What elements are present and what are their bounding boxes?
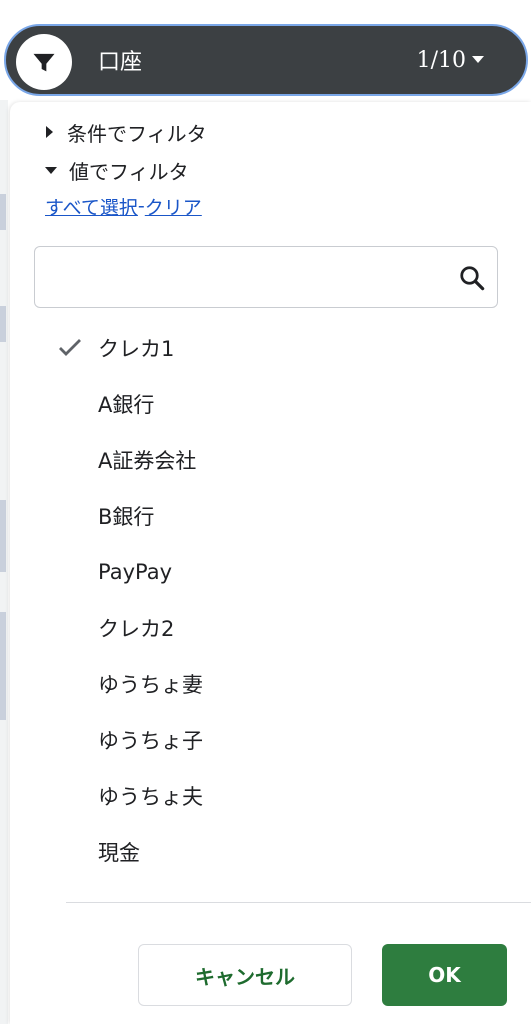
list-item-label: クレカ1 xyxy=(98,337,175,361)
column-name: 口座 xyxy=(98,50,143,75)
checkbox[interactable] xyxy=(10,656,98,712)
list-item[interactable]: クレカ1 xyxy=(10,320,510,376)
list-item[interactable]: ゆうちょ夫 xyxy=(10,768,510,824)
list-item[interactable]: クレカ2 xyxy=(10,600,510,656)
sheet-cell xyxy=(0,648,6,684)
select-all-link[interactable]: すべて選択 xyxy=(45,193,138,220)
list-item-label: ゆうちょ子 xyxy=(98,729,203,753)
check-icon xyxy=(59,339,81,356)
checkbox[interactable] xyxy=(10,320,98,376)
filter-by-value[interactable]: 値でフィルタ xyxy=(45,154,189,186)
sheet-cell xyxy=(0,306,6,342)
list-item[interactable]: A銀行 xyxy=(10,376,510,432)
list-item-label: 現金 xyxy=(98,841,140,865)
list-item[interactable]: A証券会社 xyxy=(10,432,510,488)
list-item-label: ゆうちょ夫 xyxy=(98,785,203,809)
checkbox[interactable] xyxy=(10,376,98,432)
filter-count[interactable]: 1/10 xyxy=(417,26,466,94)
list-item[interactable]: B銀行 xyxy=(10,488,510,544)
sheet-cell xyxy=(0,684,6,720)
column-filter-header[interactable]: 口座 1/10 xyxy=(4,24,528,96)
list-item-label: B銀行 xyxy=(98,505,155,529)
filter-panel: 条件でフィルタ 値でフィルタ すべて選択 - クリア クレカ1 A銀行 A証券会… xyxy=(10,102,531,1024)
checkbox[interactable] xyxy=(10,600,98,656)
caret-down-icon xyxy=(45,166,57,174)
sheet-cell xyxy=(0,194,6,230)
value-search-box[interactable] xyxy=(34,246,498,308)
list-item[interactable]: PayPay xyxy=(10,544,510,600)
filter-by-condition-label: 条件でフィルタ xyxy=(67,121,207,146)
select-links: すべて選択 - クリア xyxy=(45,191,202,221)
caret-right-icon xyxy=(46,126,53,138)
filter-by-value-label: 値でフィルタ xyxy=(69,159,189,184)
filter-button[interactable] xyxy=(16,34,72,90)
spreadsheet-background xyxy=(0,100,8,1024)
checkbox[interactable] xyxy=(10,488,98,544)
list-item[interactable]: ゆうちょ妻 xyxy=(10,656,510,712)
sheet-cell xyxy=(0,500,6,536)
search-input[interactable] xyxy=(47,257,451,299)
filter-by-condition[interactable]: 条件でフィルタ xyxy=(46,116,207,148)
checkbox[interactable] xyxy=(10,712,98,768)
list-item-label: A銀行 xyxy=(98,393,155,417)
divider xyxy=(66,902,531,903)
link-separator: - xyxy=(137,195,145,217)
clear-link[interactable]: クリア xyxy=(145,193,202,220)
checkbox[interactable] xyxy=(10,432,98,488)
list-item[interactable]: ゆうちょ子 xyxy=(10,712,510,768)
checkbox[interactable] xyxy=(10,768,98,824)
list-item[interactable]: 現金 xyxy=(10,824,510,880)
list-item-label: クレカ2 xyxy=(98,617,175,641)
caret-down-icon[interactable] xyxy=(472,56,484,63)
list-item-label: A証券会社 xyxy=(98,449,197,473)
checkbox[interactable] xyxy=(10,824,98,880)
list-item-label: ゆうちょ妻 xyxy=(98,673,203,697)
filter-icon xyxy=(33,53,55,72)
ok-button[interactable]: OK xyxy=(382,944,507,1006)
sheet-cell xyxy=(0,612,6,648)
sheet-cell xyxy=(0,536,6,572)
cancel-button[interactable]: キャンセル xyxy=(138,944,352,1006)
search-icon[interactable] xyxy=(457,263,487,293)
checkbox[interactable] xyxy=(10,544,98,600)
list-item-label: PayPay xyxy=(98,560,173,584)
